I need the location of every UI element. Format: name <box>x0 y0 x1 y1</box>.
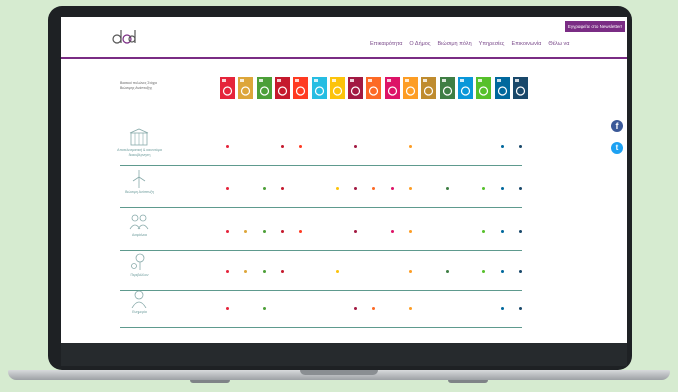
sdg-match-dot <box>518 187 522 190</box>
sdg-match-dot <box>280 270 284 273</box>
nav-item[interactable]: Επικαιρότητα <box>370 41 402 47</box>
newsletter-button[interactable]: Εγγραφείτε στο Newsletter! <box>565 21 625 32</box>
sdg-match-dot <box>226 307 229 310</box>
sdg-goal-icon[interactable] <box>348 77 364 99</box>
nav-item[interactable]: Θέλω να <box>548 41 569 47</box>
sdg-match-dot <box>500 145 504 148</box>
sdg-goal-icon[interactable] <box>329 77 345 99</box>
row-divider <box>120 207 522 208</box>
sdg-match-dot <box>518 145 522 148</box>
sdg-match-dot <box>335 187 339 190</box>
sdg-goal-icon[interactable] <box>238 77 254 99</box>
row-label: Ασφάλεια <box>132 233 147 237</box>
row-divider <box>120 327 522 328</box>
row-label: Αποτελεσματική & καινοτόμα διακυβέρνηση <box>117 148 162 157</box>
sdg-match-dot <box>262 187 266 190</box>
row-label: Βιώσιμη Ανάπτυξη <box>125 190 154 194</box>
nav-item[interactable]: Ο Δήμος <box>409 41 430 47</box>
sdg-match-dot <box>409 187 412 190</box>
sdg-goal-icon[interactable] <box>384 77 400 99</box>
sdg-match-dot <box>226 230 229 233</box>
sdg-goal-icon[interactable] <box>512 77 528 99</box>
twitter-icon[interactable]: t <box>611 142 623 154</box>
people-group-icon <box>128 213 150 231</box>
sdg-goal-icon[interactable] <box>494 77 510 99</box>
government-building-icon <box>128 128 150 146</box>
row-divider <box>120 250 522 251</box>
nav-item[interactable]: Επικοινωνία <box>511 41 541 47</box>
sdg-match-dot <box>500 187 504 190</box>
sdg-match-dot <box>226 270 229 273</box>
sdg-goal-icon[interactable] <box>293 77 309 99</box>
sdg-match-dot <box>280 230 284 233</box>
sdg-match-dot <box>518 230 522 233</box>
sdg-match-dot <box>226 145 229 148</box>
sdg-match-dot <box>390 187 394 190</box>
sdg-goal-icon[interactable] <box>403 77 418 99</box>
sdg-match-dot <box>445 270 449 273</box>
row-divider <box>120 290 522 291</box>
row-label: Περιβάλλον <box>130 273 149 277</box>
sdg-match-dot <box>500 230 504 233</box>
sdg-match-dot <box>226 187 229 190</box>
sdg-goal-icon[interactable] <box>439 77 455 99</box>
sdg-match-dot <box>518 270 522 273</box>
sdg-goal-icon[interactable] <box>421 77 437 99</box>
row-divider <box>120 165 522 166</box>
sdg-match-dot <box>409 145 412 148</box>
sdg-goal-icon[interactable] <box>476 77 492 99</box>
sdg-match-dot <box>500 270 504 273</box>
sdg-match-dot <box>335 270 339 273</box>
tree-recycle-icon <box>128 253 150 271</box>
sdg-goal-icon[interactable] <box>366 77 382 99</box>
sdg-match-dot <box>262 270 266 273</box>
laptop-notch <box>300 370 378 375</box>
laptop-foot <box>448 380 488 383</box>
nav-item[interactable]: Βιώσιμη πόλη <box>438 41 472 47</box>
sdg-goal-icon[interactable] <box>256 77 272 99</box>
laptop-foot <box>190 380 230 383</box>
sdg-match-dot <box>409 307 412 310</box>
row-label: Ευημερία <box>132 310 147 314</box>
wind-turbine-icon <box>128 170 150 188</box>
table-header-label: Βασικοί πυλώνες Στόχοι Βιώσιμης Ανάπτυξη… <box>120 81 158 90</box>
main-nav: Επικαιρότητα Ο Δήμος Βιώσιμη πόλη Υπηρεσ… <box>370 41 569 47</box>
sdg-goal-icon[interactable] <box>274 77 290 99</box>
site-logo[interactable] <box>111 26 137 46</box>
sdg-match-dot <box>262 230 266 233</box>
sdg-goal-icon[interactable] <box>457 77 473 99</box>
sdg-match-dot <box>262 307 266 310</box>
person-icon <box>128 290 150 309</box>
sdg-match-dot <box>518 307 522 310</box>
sdg-match-dot <box>500 307 504 310</box>
site-header: Εγγραφείτε στο Newsletter! Επικαιρότητα … <box>61 17 627 59</box>
sdg-goal-icon[interactable] <box>220 77 235 99</box>
sdg-match-dot <box>409 270 412 273</box>
sdg-match-dot <box>445 187 449 190</box>
nav-item[interactable]: Υπηρεσίες <box>479 41 505 47</box>
laptop-bezel <box>61 343 627 366</box>
sdg-match-dot <box>280 145 284 148</box>
sdg-match-dot <box>409 230 412 233</box>
sdg-match-dot <box>280 187 284 190</box>
facebook-icon[interactable]: f <box>611 120 623 132</box>
sdg-match-dot <box>390 230 394 233</box>
sdg-goal-icon[interactable] <box>311 77 327 99</box>
